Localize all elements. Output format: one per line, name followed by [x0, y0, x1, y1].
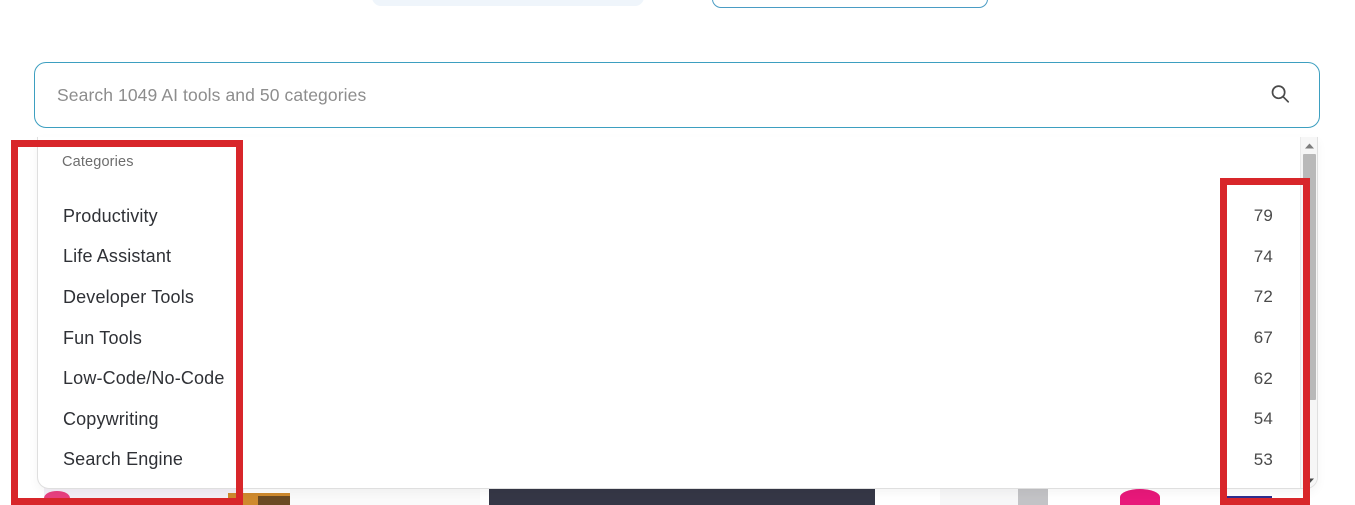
dropdown-scrollbar[interactable] — [1300, 137, 1317, 489]
list-item[interactable]: Copywriting 54 — [38, 399, 1317, 440]
category-count: 72 — [1253, 287, 1273, 307]
search-input[interactable] — [57, 84, 1265, 106]
category-label: Copywriting — [63, 408, 159, 429]
bg-card-11 — [1220, 496, 1272, 505]
list-item[interactable]: Life Assistant 74 — [38, 237, 1317, 278]
category-count: 53 — [1253, 449, 1273, 469]
category-count: 74 — [1253, 246, 1273, 266]
bg-card-8 — [1018, 487, 1048, 505]
scroll-down-button[interactable] — [1301, 472, 1317, 489]
scroll-up-button[interactable] — [1301, 137, 1317, 155]
category-label: Fun Tools — [63, 327, 143, 348]
chevron-up-icon — [1304, 137, 1315, 155]
search-bar[interactable] — [34, 62, 1320, 128]
list-item[interactable]: Developer Tools 72 — [38, 277, 1317, 318]
category-count: 79 — [1253, 206, 1273, 226]
bg-card-5 — [290, 487, 480, 505]
scrollbar-thumb[interactable] — [1303, 154, 1316, 400]
list-item[interactable]: Fun Tools 67 — [38, 318, 1317, 359]
category-count: 67 — [1253, 328, 1273, 348]
bg-card-2 — [44, 491, 70, 505]
dropdown-section-header: Categories — [62, 154, 134, 170]
list-item[interactable]: Low-Code/No-Code 62 — [38, 358, 1317, 399]
search-icon — [1269, 83, 1291, 108]
bg-card-10 — [1120, 489, 1160, 505]
screen-root: Categories Productivity 79 Life Assistan… — [0, 0, 1355, 505]
bg-card-1 — [44, 487, 244, 505]
top-chip-outlined[interactable] — [712, 0, 988, 8]
category-label: Search Engine — [63, 449, 184, 470]
list-item[interactable]: Productivity 79 — [38, 196, 1317, 237]
category-count: 54 — [1253, 409, 1273, 429]
list-item[interactable]: Search Engine 53 — [38, 440, 1317, 481]
top-chip-filled[interactable] — [372, 0, 644, 6]
category-label: Productivity — [63, 205, 158, 226]
list-item[interactable]: Social Media Assistant 50 — [38, 480, 1317, 488]
category-count: 62 — [1253, 368, 1273, 388]
bg-card-6 — [489, 488, 875, 505]
bg-card-7 — [940, 487, 1018, 505]
chevron-down-icon — [1304, 472, 1315, 489]
category-label: Developer Tools — [63, 286, 194, 307]
categories-dropdown: Categories Productivity 79 Life Assistan… — [37, 137, 1318, 489]
category-label: Life Assistant — [63, 246, 172, 267]
category-list: Productivity 79 Life Assistant 74 Develo… — [38, 196, 1317, 488]
category-label: Low-Code/No-Code — [63, 368, 225, 389]
search-button[interactable] — [1265, 80, 1295, 110]
